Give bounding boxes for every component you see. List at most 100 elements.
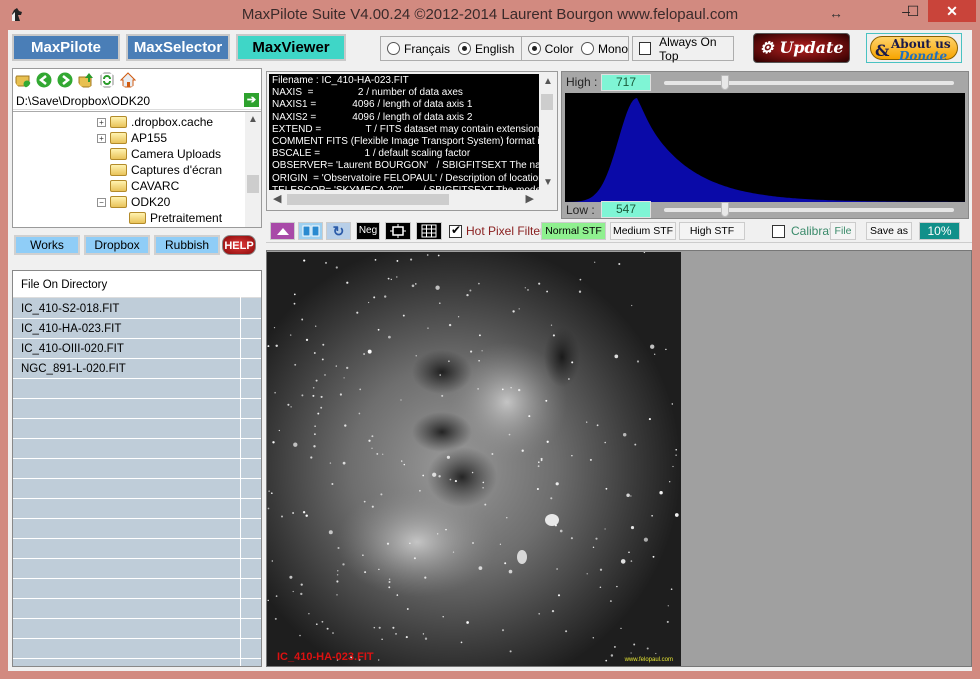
maximize-button[interactable]: ☐ <box>896 0 930 22</box>
back-icon[interactable] <box>36 72 52 88</box>
low-slider-thumb[interactable] <box>720 202 729 217</box>
forward-icon[interactable] <box>57 72 73 88</box>
empty-row[interactable] <box>13 499 261 519</box>
empty-row[interactable] <box>13 579 261 599</box>
rotate-icon: ↻ <box>332 223 345 239</box>
scrollbar-thumb[interactable] <box>247 175 259 193</box>
empty-row[interactable] <box>13 439 261 459</box>
path-input[interactable]: D:\Save\Dropbox\ODK20 <box>16 94 150 108</box>
always-on-top-checkbox[interactable] <box>639 42 652 55</box>
go-arrow-icon[interactable]: ➔ <box>244 93 259 107</box>
works-button[interactable]: Works <box>14 235 80 255</box>
refresh-icon[interactable] <box>99 72 115 88</box>
empty-row[interactable] <box>13 519 261 539</box>
crop-button[interactable] <box>385 222 411 240</box>
empty-row[interactable] <box>13 659 261 666</box>
file-button[interactable]: File <box>830 222 856 240</box>
tree-item-label: Camera Uploads <box>131 147 222 161</box>
file-row[interactable]: IC_410-S2-018.FIT <box>13 299 261 319</box>
empty-row[interactable] <box>13 539 261 559</box>
empty-row[interactable] <box>13 619 261 639</box>
collapse-icon[interactable]: − <box>97 197 106 207</box>
maxpilote-button[interactable]: MaxPilote <box>12 34 120 61</box>
file-row[interactable]: IC_410-HA-023.FIT <box>13 319 261 339</box>
empty-row[interactable] <box>13 379 261 399</box>
empty-row[interactable] <box>13 599 261 619</box>
high-stf-button[interactable]: High STF <box>679 222 745 240</box>
scrollbar-thumb[interactable] <box>541 94 553 110</box>
save-as-button[interactable]: Save as <box>866 222 912 240</box>
scroll-down-icon[interactable]: ▼ <box>543 177 553 188</box>
fits-vertical-scrollbar[interactable]: ▲ ▼ <box>539 74 555 190</box>
flip-up-button[interactable] <box>270 222 295 240</box>
up-folder-icon[interactable] <box>78 72 94 88</box>
maxviewer-button[interactable]: MaxViewer <box>236 34 346 61</box>
fits-horizontal-scrollbar[interactable]: ◀ ▶ <box>269 191 540 208</box>
empty-row[interactable] <box>13 459 261 479</box>
negative-button[interactable]: Neg <box>356 222 380 240</box>
radio-mono[interactable] <box>581 42 594 55</box>
file-row[interactable]: IC_410-OIII-020.FIT <box>13 339 261 359</box>
help-button[interactable]: HELP <box>222 235 256 255</box>
radio-english[interactable] <box>458 42 472 55</box>
gear-icon: ⚙ <box>759 38 774 57</box>
fits-header-text[interactable]: Filename : IC_410-HA-023.FIT NAXIS = 2 / … <box>269 74 540 190</box>
empty-row[interactable] <box>13 419 261 439</box>
tree-item[interactable]: CAVARC <box>110 178 179 194</box>
tree-item[interactable]: + .dropbox.cache <box>97 114 213 130</box>
expand-icon[interactable]: + <box>97 117 106 127</box>
radio-francais[interactable] <box>387 42 400 55</box>
fits-header-line: NAXIS = 2 / number of data axes <box>272 87 463 99</box>
rubbish-button[interactable]: Rubbish <box>154 235 220 255</box>
empty-row[interactable] <box>13 559 261 579</box>
scrollbar-thumb[interactable] <box>287 194 449 205</box>
dropbox-button[interactable]: Dropbox <box>84 235 150 255</box>
hot-pixel-checkbox[interactable] <box>449 223 462 238</box>
low-slider-track[interactable] <box>664 208 954 212</box>
tree-item[interactable]: Captures d'écran <box>110 162 222 178</box>
new-folder-icon[interactable] <box>15 72 31 88</box>
high-value[interactable]: 717 <box>601 74 651 91</box>
always-on-top-group: Always On Top <box>632 34 734 63</box>
empty-row[interactable] <box>13 639 261 659</box>
tree-item-label: ODK20 <box>131 195 171 209</box>
fits-header-line: ORIGIN = 'Observatoire FELOPAUL' / Descr… <box>272 172 540 184</box>
scroll-left-icon[interactable]: ◀ <box>273 192 281 205</box>
zoom-level-button[interactable]: 10% <box>919 222 960 240</box>
file-row[interactable]: NGC_891-L-020.FIT <box>13 359 261 379</box>
radio-color[interactable] <box>528 42 541 55</box>
home-icon[interactable] <box>120 72 136 88</box>
scroll-up-icon[interactable]: ▲ <box>248 114 258 125</box>
color-label: Color <box>544 41 574 56</box>
grid-button[interactable] <box>416 222 442 240</box>
low-value[interactable]: 547 <box>601 201 651 218</box>
normal-stf-button[interactable]: Normal STF <box>541 222 606 240</box>
high-slider-track[interactable] <box>664 81 954 85</box>
calibrate-checkbox[interactable] <box>772 225 785 238</box>
medium-stf-button[interactable]: Medium STF <box>610 222 676 240</box>
folder-icon <box>110 116 127 128</box>
resize-icon[interactable]: ↔ <box>829 5 843 21</box>
maxselector-button[interactable]: MaxSelector <box>126 34 230 61</box>
expand-icon[interactable]: + <box>97 133 106 143</box>
close-button[interactable]: ✕ <box>928 0 976 22</box>
tree-item[interactable]: + AP155 <box>97 130 167 146</box>
image-viewer[interactable]: IC_410-HA-023.FIT www.felopaul.com <box>266 250 972 667</box>
empty-row[interactable] <box>13 479 261 499</box>
high-slider-thumb[interactable] <box>720 75 729 90</box>
tree-item[interactable]: − ODK20 <box>97 194 170 210</box>
always-on-top-label: Always On Top <box>659 34 717 63</box>
tree-item-label: AP155 <box>131 131 168 145</box>
split-view-button[interactable] <box>298 222 323 240</box>
update-button[interactable]: ⚙ Update <box>753 33 850 63</box>
donate-badge: & About us Donate <box>870 36 958 63</box>
scroll-up-icon[interactable]: ▲ <box>543 76 553 87</box>
tree-item[interactable]: Camera Uploads <box>110 146 221 162</box>
empty-row[interactable] <box>13 399 261 419</box>
column-divider <box>240 271 241 666</box>
donate-button[interactable]: & About us Donate <box>866 33 962 63</box>
scroll-right-icon[interactable]: ▶ <box>526 192 534 205</box>
rotate-button[interactable]: ↻ <box>326 222 351 240</box>
tree-item[interactable]: Pretraitement <box>129 210 222 226</box>
tree-scrollbar[interactable]: ▲ <box>245 112 261 227</box>
